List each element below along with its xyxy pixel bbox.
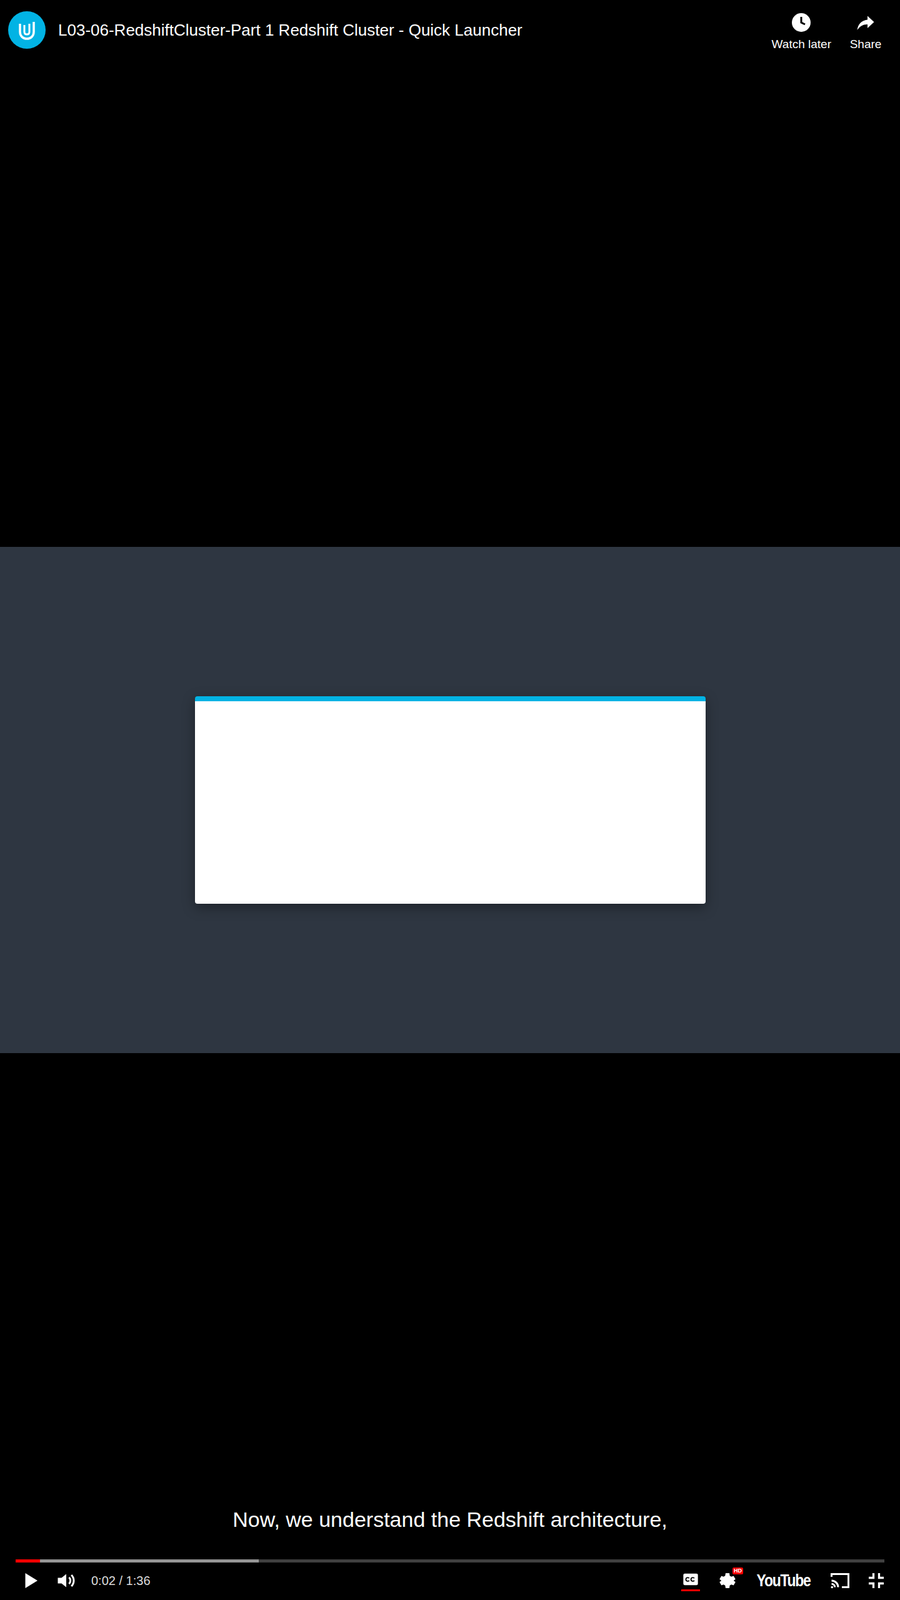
clock-button[interactable]: Watch later [771, 11, 832, 52]
player-chrome: Now, we understand the Redshift architec… [0, 1504, 900, 1600]
action-label: Share [850, 37, 882, 52]
video-title[interactable]: L03-06-RedshiftCluster-Part 1 Redshift C… [58, 11, 760, 41]
youtube-logo[interactable]: YouTube [756, 1571, 811, 1591]
time-display: 0:02 / 1:36 [91, 1573, 151, 1589]
share-arrow-icon [854, 11, 877, 34]
top-bar: L03-06-RedshiftCluster-Part 1 Redshift C… [0, 0, 900, 52]
action-label: Watch later [771, 37, 832, 52]
play-icon[interactable] [18, 1569, 42, 1592]
caption-text: Now, we understand the Redshift architec… [227, 1504, 673, 1535]
clock-icon [790, 11, 813, 34]
settings-button[interactable]: HD [714, 1569, 739, 1592]
progress-bar[interactable] [15, 1559, 885, 1563]
video-player[interactable]: L03-06-RedshiftCluster-Part 1 Redshift C… [0, 0, 900, 1600]
played-fill [15, 1559, 40, 1563]
cc-icon [680, 1570, 701, 1589]
exit-fullscreen-icon[interactable] [865, 1569, 888, 1592]
volume-icon[interactable] [55, 1569, 78, 1592]
slide-card [195, 696, 706, 904]
buffered-fill [15, 1559, 259, 1563]
video-frame[interactable] [0, 546, 900, 1054]
hd-badge: HD [732, 1567, 744, 1575]
captions-button[interactable] [680, 1570, 701, 1592]
udacity-logo-icon[interactable] [8, 11, 46, 49]
cast-icon[interactable] [828, 1569, 852, 1592]
share-button[interactable]: Share [843, 11, 888, 52]
control-bar: 0:02 / 1:36 HD YouTube [0, 1562, 900, 1600]
